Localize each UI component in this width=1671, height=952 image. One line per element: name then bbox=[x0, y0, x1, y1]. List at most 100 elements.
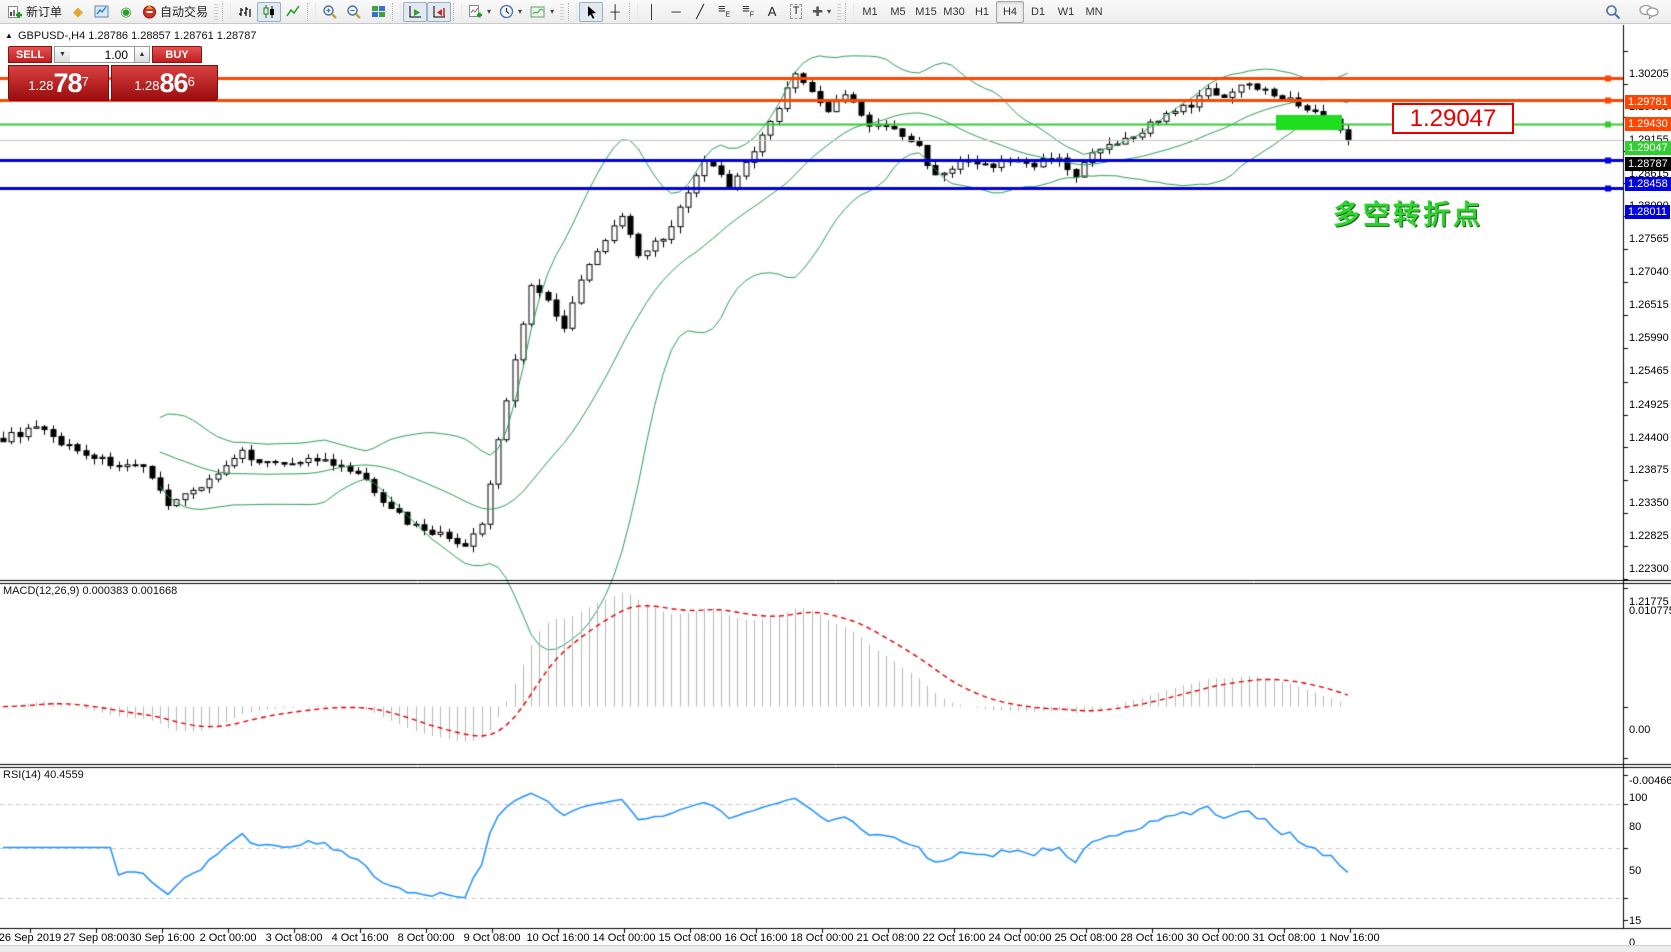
price-tick: 1.23350 bbox=[1629, 497, 1669, 510]
chart-window-button[interactable] bbox=[90, 2, 114, 22]
buy-price-display[interactable]: 1.28866 bbox=[111, 65, 218, 101]
signals-button[interactable]: ◉ bbox=[114, 2, 138, 22]
timeframe-m5[interactable]: M5 bbox=[884, 1, 912, 23]
price-badge: 1.29781 bbox=[1625, 95, 1671, 109]
zoom-in-button[interactable] bbox=[318, 2, 342, 22]
zoom-out-button[interactable] bbox=[342, 2, 366, 22]
timeframe-m30[interactable]: M30 bbox=[940, 1, 968, 23]
buy-button[interactable]: BUY bbox=[152, 46, 202, 63]
rsi-tick: 100 bbox=[1629, 792, 1647, 805]
indicators-button[interactable]: ▾ bbox=[464, 2, 495, 22]
line-chart-type-button[interactable] bbox=[281, 2, 305, 22]
macd-indicator-label: MACD(12,26,9) 0.000383 0.001668 bbox=[3, 585, 177, 597]
toolbar-grip bbox=[214, 4, 218, 20]
sell-button[interactable]: SELL bbox=[8, 46, 52, 63]
price-tick: 1.25465 bbox=[1629, 365, 1669, 378]
horizontal-line-icon: ─ bbox=[671, 5, 680, 18]
fibonacci-icon: ≡F bbox=[742, 2, 754, 22]
sell-price-display[interactable]: 1.28787 bbox=[8, 65, 109, 101]
tile-windows-button[interactable] bbox=[366, 2, 390, 22]
templates-button[interactable]: ▾ bbox=[526, 2, 558, 22]
turning-point-annotation: 多空转折点 bbox=[1333, 193, 1483, 232]
new-order-icon bbox=[7, 4, 23, 20]
price-badge: 1.29430 bbox=[1625, 117, 1671, 131]
chat-button[interactable] bbox=[1635, 2, 1663, 22]
shapes-icon: ✚ bbox=[812, 5, 823, 18]
spin-down-icon: ▼ bbox=[59, 51, 66, 58]
text-icon: A bbox=[768, 5, 777, 18]
cursor-tool-button[interactable] bbox=[579, 2, 603, 22]
price-badge: 1.28787 bbox=[1625, 157, 1671, 171]
price-tick: 1.27565 bbox=[1629, 233, 1669, 246]
candlestick-type-button[interactable] bbox=[257, 2, 281, 22]
templates-icon bbox=[530, 5, 546, 19]
volume-decrease-button[interactable]: ▼ bbox=[54, 46, 70, 63]
price-alert-box[interactable]: 1.29047 bbox=[1392, 103, 1514, 134]
buy-price-big: 86 bbox=[160, 70, 188, 97]
price-tick: 1.26515 bbox=[1629, 299, 1669, 312]
price-tick: 1.25990 bbox=[1629, 332, 1669, 345]
symbol-ohlc-header: GBPUSD-,H4 1.28786 1.28857 1.28761 1.287… bbox=[18, 30, 257, 42]
fibonacci-tool-button[interactable]: ≡F bbox=[736, 2, 760, 22]
chart-shift-button[interactable] bbox=[427, 2, 451, 22]
panel-collapse-icon[interactable]: ▲ bbox=[5, 31, 13, 40]
rsi-indicator-label: RSI(14) 40.4559 bbox=[3, 769, 84, 781]
horizontal-line-tool-button[interactable]: ─ bbox=[664, 2, 688, 22]
toolbar-separator bbox=[845, 3, 854, 21]
auto-scroll-icon bbox=[408, 5, 423, 19]
vertical-line-icon: │ bbox=[648, 5, 656, 18]
cursor-icon bbox=[585, 5, 598, 19]
indicators-icon bbox=[468, 4, 483, 19]
toolbar-separator bbox=[629, 3, 638, 21]
shapes-tool-button[interactable]: ✚ ▾ bbox=[808, 2, 835, 22]
new-order-button[interactable]: 新订单 bbox=[3, 2, 66, 22]
price-tick: 1.27040 bbox=[1629, 266, 1669, 279]
toolbar-separator bbox=[453, 3, 462, 21]
periods-button[interactable]: ▾ bbox=[495, 2, 526, 22]
spin-up-icon: ▲ bbox=[139, 51, 146, 58]
buy-price-prefix: 1.28 bbox=[134, 75, 159, 97]
buy-price-sup: 6 bbox=[188, 67, 195, 97]
trendline-tool-button[interactable]: ╱ bbox=[688, 2, 712, 22]
timeframe-w1[interactable]: W1 bbox=[1052, 1, 1080, 23]
sell-price-big: 78 bbox=[54, 70, 82, 97]
toolbar-grip bbox=[837, 4, 841, 20]
volume-increase-button[interactable]: ▲ bbox=[134, 46, 150, 63]
price-tick: 1.24400 bbox=[1629, 432, 1669, 445]
bar-chart-icon bbox=[238, 5, 252, 19]
chart-canvas[interactable] bbox=[0, 24, 1671, 951]
crosshair-tool-button[interactable]: ┼ bbox=[603, 2, 627, 22]
price-tick: 1.22825 bbox=[1629, 530, 1669, 543]
price-badge: 1.28458 bbox=[1625, 177, 1671, 191]
toolbar-separator bbox=[222, 3, 231, 21]
channel-tool-button[interactable]: ≡E bbox=[712, 2, 736, 22]
chart-shift-icon bbox=[432, 5, 447, 19]
time-tick: 1 Nov 16:00 bbox=[1305, 932, 1395, 944]
auto-trading-button[interactable]: 自动交易 bbox=[138, 2, 212, 22]
vertical-line-tool-button[interactable]: │ bbox=[640, 2, 664, 22]
timeframe-h1[interactable]: H1 bbox=[968, 1, 996, 23]
zoom-in-icon bbox=[322, 4, 338, 20]
bar-chart-type-button[interactable] bbox=[233, 2, 257, 22]
main-toolbar: 新订单 ◆ ◉ 自动交易 ▾ ▾ bbox=[0, 0, 1671, 24]
search-button[interactable] bbox=[1601, 2, 1625, 22]
line-chart-icon bbox=[286, 5, 301, 19]
signals-icon: ◉ bbox=[120, 5, 131, 18]
dropdown-arrow-icon: ▾ bbox=[827, 7, 831, 16]
market-watch-button[interactable]: ◆ bbox=[66, 2, 90, 22]
zoom-out-icon bbox=[346, 4, 362, 20]
timeframe-mn[interactable]: MN bbox=[1080, 1, 1108, 23]
volume-input[interactable]: 1.00 bbox=[70, 46, 134, 63]
search-icon bbox=[1605, 4, 1621, 20]
text-tool-button[interactable]: A bbox=[760, 2, 784, 22]
toolbar-separator bbox=[307, 3, 316, 21]
timeframe-d1[interactable]: D1 bbox=[1024, 1, 1052, 23]
timeframe-m15[interactable]: M15 bbox=[912, 1, 940, 23]
rsi-tick: 80 bbox=[1629, 821, 1641, 834]
toolbar-separator bbox=[392, 3, 401, 21]
timeframe-h4[interactable]: H4 bbox=[996, 1, 1024, 23]
chart-window-icon bbox=[94, 5, 110, 19]
timeframe-m1[interactable]: M1 bbox=[856, 1, 884, 23]
auto-scroll-button[interactable] bbox=[403, 2, 427, 22]
text-label-tool-button[interactable]: T bbox=[784, 2, 808, 22]
